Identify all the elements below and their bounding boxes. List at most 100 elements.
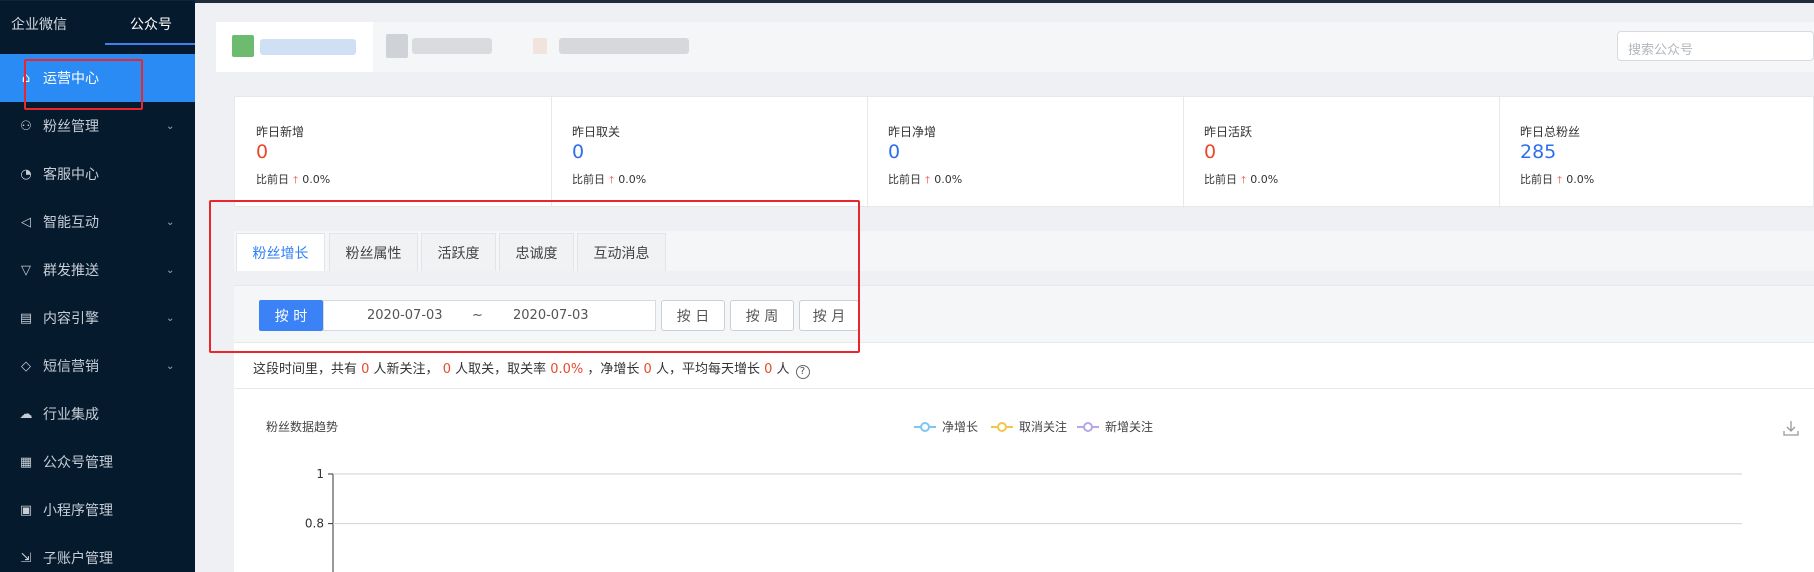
sidebar-item-2[interactable]: ◔ 客服中心	[0, 150, 195, 198]
stat-compare: 比前日 🡑 0.0%	[256, 171, 330, 190]
stat-title: 昨日总粉丝	[1520, 125, 1581, 139]
users-icon: ⚇	[20, 118, 32, 134]
end-date: 2020-07-03	[513, 308, 589, 323]
stat-divider	[551, 97, 552, 208]
stat-divider	[1499, 97, 1500, 208]
summary-part: 这段时间里，共有	[253, 362, 362, 377]
chevron-down-icon: ⌄	[166, 264, 175, 276]
arrow-up-icon: 🡑	[1241, 175, 1247, 186]
tab-fan-growth[interactable]: 粉丝增长	[236, 233, 325, 271]
tab-official-account[interactable]: 公众号	[130, 14, 172, 34]
summary-unfollow: 0	[442, 362, 451, 377]
active-tab-underline	[105, 43, 195, 45]
sidebar-item-8[interactable]: ▦ 公众号管理	[0, 438, 195, 486]
summary-part: 人取关，取关率	[450, 362, 551, 377]
summary-part: 人，平均每天增长	[651, 362, 765, 377]
home-icon: ⌂	[21, 70, 31, 86]
stat-change: 0.0%	[1250, 173, 1279, 186]
account-avatar	[533, 38, 547, 54]
stat-value: 0	[888, 141, 901, 163]
stat-divider	[867, 97, 868, 208]
megaphone-icon: ◁	[21, 214, 31, 230]
sidebar-item-label: 短信营销	[43, 359, 99, 375]
lock-icon: ▣	[19, 502, 33, 518]
stat-change: 0.0%	[302, 173, 331, 186]
stat-title: 昨日活跃	[1204, 125, 1253, 139]
chat-icon: ◔	[20, 166, 32, 182]
summary-unfollow-rate: 0.0%	[550, 362, 584, 377]
search-input[interactable]: 搜索公众号	[1617, 31, 1814, 61]
start-date: 2020-07-03	[367, 308, 443, 323]
sidebar-item-0[interactable]: ⌂ 运营中心	[0, 54, 195, 102]
account-tab-active[interactable]	[216, 22, 373, 72]
sidebar-item-6[interactable]: ◇ 短信营销 ⌄	[0, 342, 195, 390]
sidebar-item-10[interactable]: ⇲ 子账户管理	[0, 534, 195, 572]
sidebar-item-1[interactable]: ⚇ 粉丝管理 ⌄	[0, 102, 195, 150]
account-tab-2[interactable]	[386, 32, 506, 60]
summary-part: 人新关注，	[369, 362, 443, 377]
arrow-up-icon: 🡑	[293, 175, 299, 186]
summary-net-growth: 0	[643, 362, 652, 377]
stat-value: 0	[1204, 141, 1217, 163]
legend-label: 新增关注	[1105, 420, 1154, 434]
stat-compare: 比前日 🡑 0.0%	[888, 171, 962, 190]
sidebar-item-label: 子账户管理	[43, 551, 113, 567]
tab-enterprise-wechat[interactable]: 企业微信	[11, 14, 67, 34]
chevron-down-icon: ⌄	[166, 120, 175, 132]
stat-compare: 比前日 🡑 0.0%	[572, 171, 646, 190]
sidebar-item-label: 客服中心	[43, 167, 99, 183]
sidebar-item-label: 内容引擎	[43, 311, 99, 327]
sidebar-item-label: 智能互动	[43, 215, 99, 231]
top-border	[195, 0, 1814, 3]
stat-title: 昨日取关	[572, 125, 621, 139]
stat-compare: 比前日 🡑 0.0%	[1204, 171, 1278, 190]
tab-loyalty[interactable]: 忠诚度	[499, 233, 574, 271]
stat-value: 285	[1520, 141, 1557, 163]
chevron-down-icon: ⌄	[166, 312, 175, 324]
legend-item[interactable]: 新增关注	[1077, 418, 1153, 435]
sidebar-tabs: 企业微信 公众号	[0, 0, 195, 46]
legend-item[interactable]: 取消关注	[991, 418, 1067, 435]
tab-activity[interactable]: 活跃度	[421, 233, 496, 271]
sidebar-item-4[interactable]: ▽ 群发推送 ⌄	[0, 246, 195, 294]
sidebar-item-label: 运营中心	[43, 71, 99, 87]
stat-compare-label: 比前日	[1520, 173, 1553, 186]
stat-divider	[1183, 97, 1184, 208]
by-hour-button[interactable]: 按 时	[259, 300, 323, 331]
sidebar-item-5[interactable]: ▤ 内容引擎 ⌄	[0, 294, 195, 342]
chevron-down-icon: ⌄	[166, 216, 175, 228]
tab-fan-attributes[interactable]: 粉丝属性	[329, 233, 418, 271]
sidebar-item-7[interactable]: ☁ 行业集成	[0, 390, 195, 438]
arrow-up-icon: 🡑	[925, 175, 931, 186]
help-icon[interactable]: ?	[795, 365, 810, 379]
summary-text: 这段时间里，共有 0 人新关注， 0 人取关，取关率 0.0% ，净增长 0 人…	[253, 358, 810, 379]
sidebar-item-label: 公众号管理	[43, 455, 113, 471]
legend-item[interactable]: 净增长	[914, 418, 978, 435]
stat-value: 0	[256, 141, 269, 163]
sidebar-item-label: 群发推送	[43, 263, 99, 279]
sidebar-item-label: 粉丝管理	[43, 119, 99, 135]
account-avatar	[232, 35, 254, 57]
stat-compare-label: 比前日	[1204, 173, 1237, 186]
sidebar-item-9[interactable]: ▣ 小程序管理	[0, 486, 195, 534]
account-name-blurred	[260, 39, 356, 55]
by-day-button[interactable]: 按 日	[661, 300, 725, 331]
tab-interaction-messages[interactable]: 互动消息	[577, 233, 666, 271]
summary-part: 人	[772, 362, 790, 377]
account-tab-3[interactable]	[533, 32, 693, 60]
tag-icon: ◇	[21, 358, 31, 374]
by-week-button[interactable]: 按 周	[730, 300, 794, 331]
stat-change: 0.0%	[618, 173, 647, 186]
stat-compare: 比前日 🡑 0.0%	[1520, 171, 1594, 190]
summary-part: ，净增长	[583, 362, 644, 377]
by-month-button[interactable]: 按 月	[799, 300, 859, 331]
legend-marker	[1077, 421, 1099, 432]
arrow-up-icon: 🡑	[1557, 175, 1563, 186]
date-range-picker[interactable]: 2020-07-03 ~ 2020-07-03	[323, 300, 656, 331]
download-icon[interactable]	[1783, 420, 1799, 436]
arrow-up-icon: 🡑	[609, 175, 615, 186]
account-name-blurred	[412, 38, 492, 54]
sidebar-item-3[interactable]: ◁ 智能互动 ⌄	[0, 198, 195, 246]
chevron-down-icon: ⌄	[166, 360, 175, 372]
stats-panel: 昨日新增 0 比前日 🡑 0.0% 昨日取关 0 比前日 🡑 0.0% 昨日净增 0 比前日 🡑 0.0% 昨…	[234, 96, 1814, 208]
